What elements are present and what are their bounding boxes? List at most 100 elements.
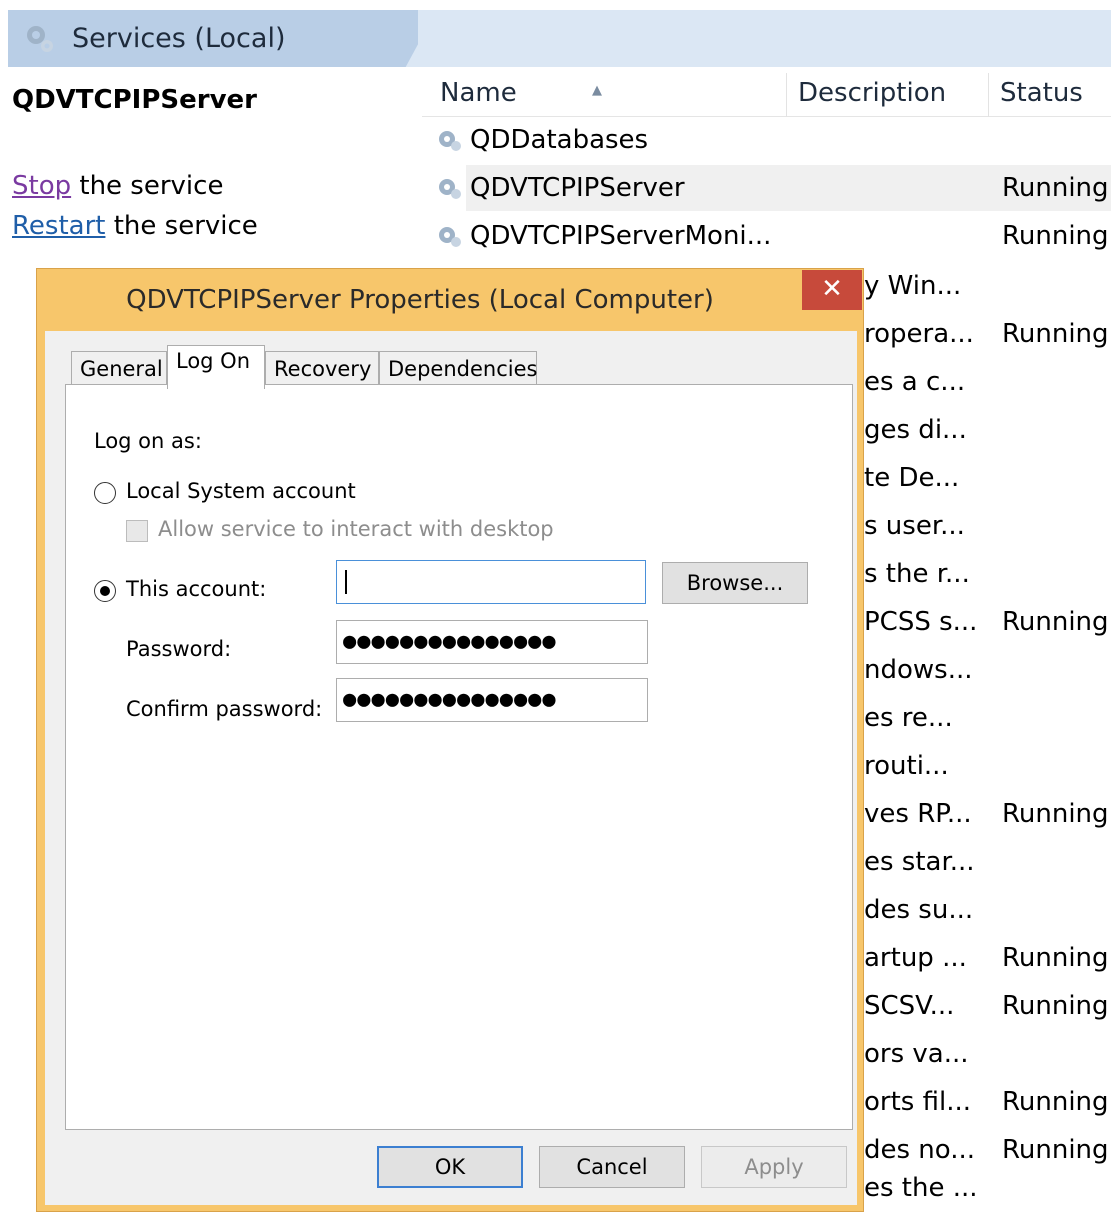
service-gear-icon xyxy=(439,131,461,151)
service-detail-panel: QDVTCPIPServer xyxy=(12,82,412,118)
tab-dependencies[interactable]: Dependencies xyxy=(379,351,537,387)
service-status: Running xyxy=(1002,991,1109,1021)
column-description-label: Description xyxy=(798,78,947,108)
service-description: des su... xyxy=(864,895,974,925)
service-gear-icon xyxy=(439,227,461,247)
dialog-body: General Log On Recovery Dependencies Log… xyxy=(45,331,857,1205)
service-status: Running xyxy=(1002,221,1109,251)
table-row[interactable]: es the ... xyxy=(864,1164,1111,1212)
table-row[interactable]: s the r... xyxy=(864,550,1111,598)
password-label: Password: xyxy=(126,637,232,661)
column-status-label: Status xyxy=(1000,78,1083,108)
service-name: QDDatabases xyxy=(470,125,649,155)
interact-desktop-checkbox[interactable] xyxy=(126,520,148,542)
services-gear-icon xyxy=(27,25,53,52)
log-on-as-label: Log on as: xyxy=(94,429,202,453)
service-description: ndows... xyxy=(864,655,973,685)
ok-button[interactable]: OK xyxy=(377,1146,523,1188)
service-description: es re... xyxy=(864,703,953,733)
service-status: Running xyxy=(1002,1087,1109,1117)
action-stop-text: the service xyxy=(71,171,224,201)
service-status: Running xyxy=(1002,943,1109,973)
confirm-password-input[interactable]: ●●●●●●●●●●●●●●● xyxy=(336,678,648,722)
confirm-password-label: Confirm password: xyxy=(126,697,323,721)
table-row[interactable]: s user... xyxy=(864,502,1111,550)
service-description: ropera... xyxy=(864,319,974,349)
service-description: ves RP... xyxy=(864,799,972,829)
cancel-button[interactable]: Cancel xyxy=(539,1146,685,1188)
tab-recovery-label: Recovery xyxy=(274,357,372,381)
table-row-selected[interactable]: QDVTCPIPServer Running xyxy=(439,165,1111,211)
table-row[interactable]: te De... xyxy=(864,454,1111,502)
text-caret xyxy=(345,570,347,594)
tab-log-on[interactable]: Log On xyxy=(167,345,265,389)
service-description: artup ... xyxy=(864,943,967,973)
service-name: QDVTCPIPServerMoni... xyxy=(470,221,772,251)
close-button[interactable]: ✕ xyxy=(802,270,862,310)
service-status: Running xyxy=(1002,319,1109,349)
table-row[interactable]: y Win... xyxy=(864,262,1111,310)
action-restart-text: the service xyxy=(105,211,258,241)
browse-button[interactable]: Browse... xyxy=(662,562,808,604)
service-status: Running xyxy=(1002,607,1109,637)
table-row[interactable]: orts fil... Running xyxy=(864,1078,1111,1126)
service-status: Running xyxy=(1002,799,1109,829)
action-restart-row: Restart the service xyxy=(12,210,258,242)
interact-desktop-label: Allow service to interact with desktop xyxy=(158,517,554,541)
log-on-tab-page: Log on as: Local System account Allow se… xyxy=(65,384,853,1130)
service-gear-icon xyxy=(439,179,461,199)
service-name: QDVTCPIPServer xyxy=(470,173,685,203)
service-description: y Win... xyxy=(864,271,962,301)
this-account-radio[interactable] xyxy=(94,580,116,602)
table-row[interactable]: QDDatabases xyxy=(430,117,1111,163)
service-description: es the ... xyxy=(864,1173,976,1203)
service-description: s user... xyxy=(864,511,965,541)
column-header-status[interactable]: Status xyxy=(982,67,1111,117)
table-row[interactable]: ves RP... Running xyxy=(864,790,1111,838)
close-icon: ✕ xyxy=(821,274,843,304)
this-account-label[interactable]: This account: xyxy=(126,577,266,601)
stop-service-link[interactable]: Stop xyxy=(12,171,71,201)
table-row[interactable]: ors va... xyxy=(864,1030,1111,1078)
service-description: ges di... xyxy=(864,415,967,445)
services-list-header: Name ▲ Description Status xyxy=(422,67,1111,117)
tab-general[interactable]: General xyxy=(71,351,167,387)
console-header: Services (Local) xyxy=(8,10,418,67)
service-description: ors va... xyxy=(864,1039,969,1069)
sort-ascending-icon: ▲ xyxy=(592,83,602,98)
service-description: SCSV... xyxy=(864,991,955,1021)
table-row[interactable]: ndows... xyxy=(864,646,1111,694)
apply-button[interactable]: Apply xyxy=(701,1146,847,1188)
table-row[interactable]: des su... xyxy=(864,886,1111,934)
restart-service-link[interactable]: Restart xyxy=(12,211,105,241)
local-system-label[interactable]: Local System account xyxy=(126,479,356,503)
selected-service-title: QDVTCPIPServer xyxy=(12,85,257,115)
table-row[interactable]: ges di... xyxy=(864,406,1111,454)
service-description: PCSS s... xyxy=(864,607,976,637)
service-description: routi... xyxy=(864,751,949,781)
service-description: s the r... xyxy=(864,559,970,589)
service-description: te De... xyxy=(864,463,960,493)
service-description: es a c... xyxy=(864,367,966,397)
table-row[interactable]: SCSV... Running xyxy=(864,982,1111,1030)
column-header-description[interactable]: Description xyxy=(780,67,988,117)
local-system-radio[interactable] xyxy=(94,482,116,504)
tab-recovery[interactable]: Recovery xyxy=(265,351,379,387)
table-row[interactable]: QDVTCPIPServerMoni... Running xyxy=(430,213,1111,259)
table-row[interactable]: es star... xyxy=(864,838,1111,886)
dialog-title: QDVTCPIPServer Properties (Local Compute… xyxy=(126,285,714,315)
table-row[interactable]: ropera... Running xyxy=(864,310,1111,358)
tab-general-label: General xyxy=(80,357,163,381)
console-header-title: Services (Local) xyxy=(72,23,286,54)
table-row[interactable]: PCSS s... Running xyxy=(864,598,1111,646)
table-row[interactable]: es a c... xyxy=(864,358,1111,406)
service-status: Running xyxy=(1002,173,1109,203)
service-description: orts fil... xyxy=(864,1087,971,1117)
password-input[interactable]: ●●●●●●●●●●●●●●● xyxy=(336,620,648,664)
table-row[interactable]: routi... xyxy=(864,742,1111,790)
table-row[interactable]: es re... xyxy=(864,694,1111,742)
column-name-label: Name xyxy=(440,78,517,108)
table-row[interactable]: artup ... Running xyxy=(864,934,1111,982)
column-header-name[interactable]: Name ▲ xyxy=(422,67,786,117)
account-name-input[interactable] xyxy=(336,560,646,604)
